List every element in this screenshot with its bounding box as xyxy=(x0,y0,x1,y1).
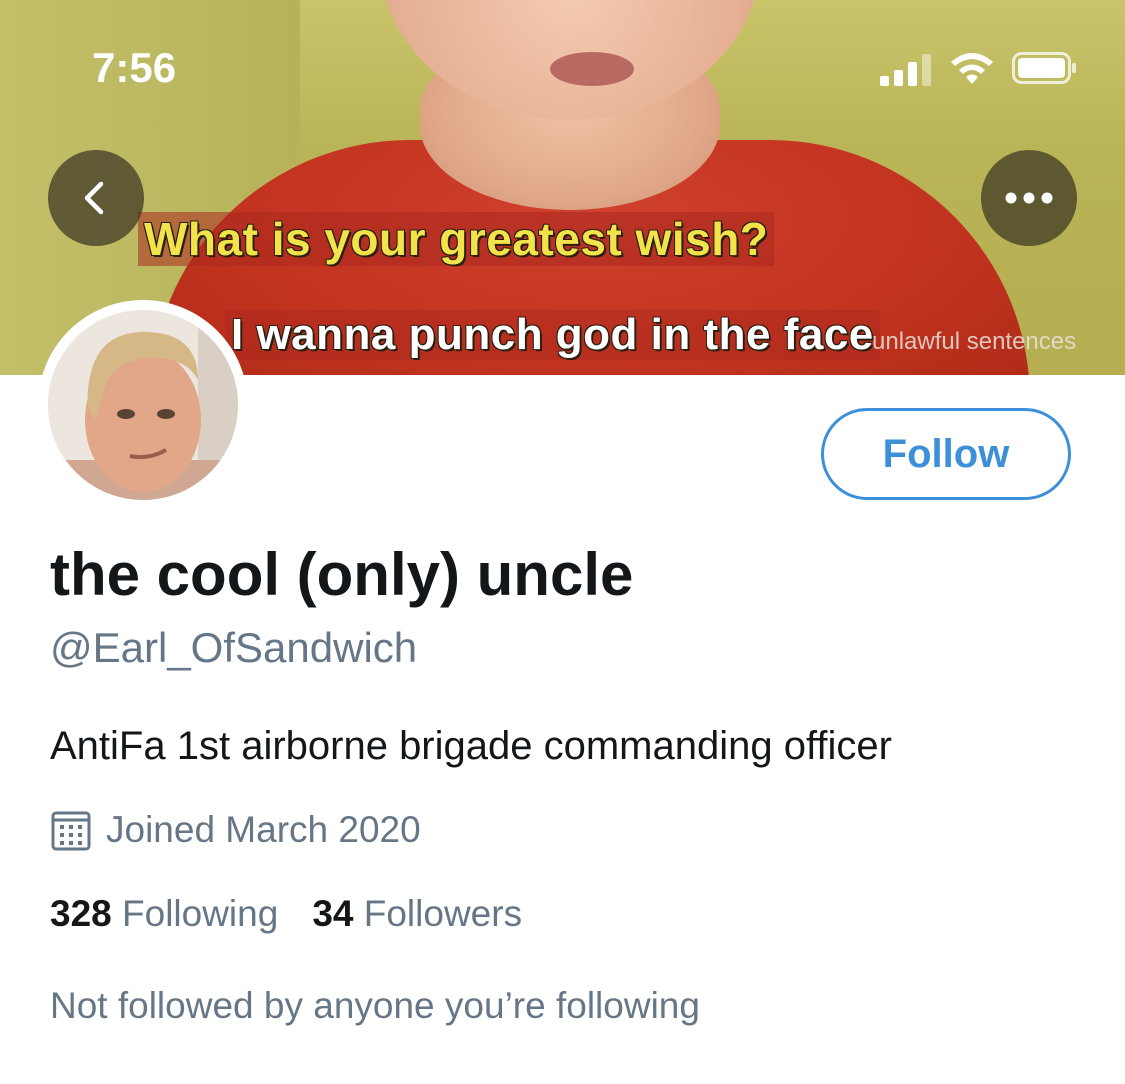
banner-lips xyxy=(550,52,634,86)
cellular-signal-icon xyxy=(880,52,936,86)
following-link[interactable]: 328 Following xyxy=(50,893,278,934)
wifi-icon xyxy=(951,53,993,84)
follow-stats: 328 Following 34 Followers xyxy=(50,893,522,935)
not-followed-note: Not followed by anyone you’re following xyxy=(50,985,700,1026)
avatar-photo xyxy=(48,310,238,500)
more-horizontal-icon xyxy=(1005,192,1053,204)
following-count: 328 xyxy=(50,893,112,934)
chevron-left-icon xyxy=(84,181,104,215)
following-label: Following xyxy=(122,893,279,934)
status-time: 7:56 xyxy=(92,44,177,91)
followers-link[interactable]: 34 Followers xyxy=(312,893,522,934)
followers-count: 34 xyxy=(312,893,354,934)
battery-icon xyxy=(1012,52,1076,84)
back-button[interactable] xyxy=(48,150,144,246)
followers-label: Followers xyxy=(363,893,523,934)
avatar[interactable] xyxy=(38,300,248,510)
calendar-icon xyxy=(51,811,91,851)
banner-caption-top: What is your greatest wish? xyxy=(138,212,775,266)
banner-watermark: unlawful sentences xyxy=(872,328,1077,355)
joined-text: Joined March 2020 xyxy=(106,809,421,850)
follow-button[interactable]: Follow xyxy=(821,408,1071,500)
joined-date: Joined March 2020 xyxy=(50,808,421,852)
display-name: the cool (only) uncle xyxy=(50,541,634,608)
bio: AntiFa 1st airborne brigade commanding o… xyxy=(50,724,892,768)
banner-caption-bottom: I wanna punch god in the face xyxy=(225,310,880,360)
more-options-button[interactable] xyxy=(981,150,1077,246)
handle: @Earl_OfSandwich xyxy=(50,624,418,671)
